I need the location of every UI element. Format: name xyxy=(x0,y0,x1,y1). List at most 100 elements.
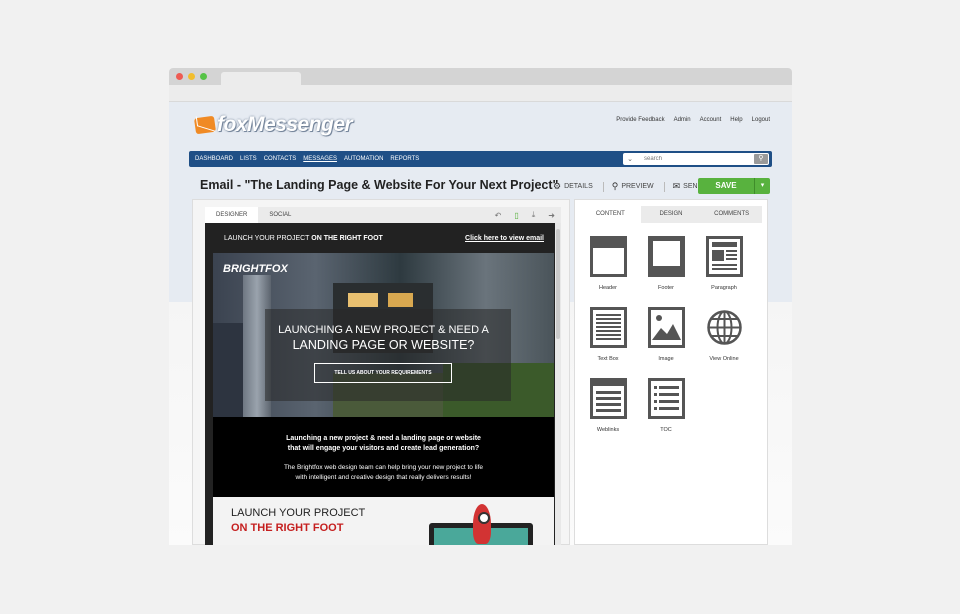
house-window xyxy=(388,293,413,307)
nav-reports[interactable]: REPORTS xyxy=(390,156,419,162)
intro-line-2: with intelligent and creative design tha… xyxy=(295,474,472,481)
app-name: foxMessenger xyxy=(217,113,353,136)
block-text-box[interactable]: Text Box xyxy=(589,307,627,362)
designer-tabs: DESIGNER SOCIAL ↶ ▯ ⤓ ➜ xyxy=(205,207,561,223)
globe-icon xyxy=(706,307,743,348)
nav-dashboard[interactable]: DASHBOARD xyxy=(195,156,233,162)
app-logo[interactable]: foxMessenger xyxy=(193,112,353,138)
intro-line-1: The Brightfox web design team can help b… xyxy=(283,464,484,471)
block-header[interactable]: Header xyxy=(589,236,627,291)
browser-toolbar xyxy=(169,85,792,102)
intro-bold-text: Launching a new project & need a landing… xyxy=(213,434,554,454)
close-window-dot[interactable] xyxy=(176,73,183,80)
gear-icon: ⚙ xyxy=(553,181,562,191)
weblinks-icon xyxy=(589,378,627,419)
tab-comments[interactable]: COMMENTS xyxy=(701,206,762,223)
intro-bold-line-1: Launching a new project & need a landing… xyxy=(286,435,481,442)
search-input[interactable] xyxy=(644,154,754,164)
envelope-icon: ✉ xyxy=(672,181,681,191)
header-block-icon xyxy=(589,236,627,277)
tab-social[interactable]: SOCIAL xyxy=(258,207,302,223)
message-actions: ⚙ DETAILS ⚲ PREVIEW ✉ SEND xyxy=(553,181,713,192)
email-canvas[interactable]: LAUNCH YOUR PROJECT ON THE RIGHT FOOT Cl… xyxy=(205,223,555,545)
preheader-plain: LAUNCH YOUR PROJECT xyxy=(224,234,312,242)
email-preheader: LAUNCH YOUR PROJECT ON THE RIGHT FOOT Cl… xyxy=(205,223,555,253)
designer-panel: DESIGNER SOCIAL ↶ ▯ ⤓ ➜ LAUNCH YOUR PROJ… xyxy=(192,199,570,545)
intro-text: The Brightfox web design team can help b… xyxy=(213,463,554,483)
maximize-window-dot[interactable] xyxy=(200,73,207,80)
block-label: Header xyxy=(598,285,618,291)
search-box: ⌄ ⚲ xyxy=(623,153,769,165)
view-email-link[interactable]: Click here to view email xyxy=(465,235,544,242)
block-label: Text Box xyxy=(597,356,619,362)
magnifier-icon: ⚲ xyxy=(611,181,619,191)
block-weblinks[interactable]: Weblinks xyxy=(589,378,627,433)
nav-contacts[interactable]: CONTACTS xyxy=(264,156,297,162)
preview-button[interactable]: ⚲ PREVIEW xyxy=(612,181,654,192)
browser-window: foxMessenger Provide Feedback Admin Acco… xyxy=(169,68,792,545)
intro-bold-line-2: that will engage your visitors and creat… xyxy=(287,445,480,452)
envelope-logo-icon xyxy=(193,115,217,135)
requirements-button[interactable]: TELL US ABOUT YOUR REQUIREMENTS xyxy=(314,363,452,383)
rocket-icon xyxy=(473,504,491,544)
search-icon[interactable]: ⚲ xyxy=(754,154,768,164)
scrollbar-thumb[interactable] xyxy=(556,229,560,339)
save-button-group: SAVE ▾ xyxy=(698,178,770,194)
tab-designer[interactable]: DESIGNER xyxy=(205,207,259,223)
link-account[interactable]: Account xyxy=(700,117,722,123)
details-button[interactable]: ⚙ DETAILS xyxy=(553,181,593,192)
block-label: TOC xyxy=(660,427,672,433)
block-view-online[interactable]: View Online xyxy=(705,307,743,362)
block-footer[interactable]: Footer xyxy=(647,236,685,291)
browser-tab[interactable] xyxy=(221,72,301,85)
canvas-scrollbar[interactable] xyxy=(555,223,561,545)
download-icon[interactable]: ⤓ xyxy=(532,210,536,220)
brightfox-logo: BRIGHTFOX xyxy=(223,263,288,275)
save-button[interactable]: SAVE xyxy=(698,178,754,194)
email-intro-block[interactable]: Launching a new project & need a landing… xyxy=(213,417,554,497)
chevron-down-icon[interactable]: ⌄ xyxy=(623,155,637,163)
tab-design[interactable]: DESIGN xyxy=(641,206,702,223)
block-toc[interactable]: TOC xyxy=(647,378,685,433)
mobile-view-icon[interactable]: ▯ xyxy=(514,211,518,220)
paragraph-block-icon xyxy=(705,236,743,277)
nav-automation[interactable]: AUTOMATION xyxy=(344,156,383,162)
content-panel: CONTENT DESIGN COMMENTS Header Footer Pa… xyxy=(574,199,768,545)
preheader-text: LAUNCH YOUR PROJECT ON THE RIGHT FOOT xyxy=(224,235,383,242)
divider xyxy=(602,181,604,192)
launch-title: LAUNCH YOUR PROJECT xyxy=(231,507,366,519)
link-help[interactable]: Help xyxy=(730,117,742,123)
block-label: View Online xyxy=(709,356,739,362)
house-window xyxy=(348,293,378,307)
hero-headline-2: LANDING PAGE OR WEBSITE? xyxy=(292,338,475,352)
content-blocks: Header Footer Paragraph Text Box Image V… xyxy=(589,236,743,433)
top-links: Provide Feedback Admin Account Help Logo… xyxy=(616,117,770,123)
hero-overlay xyxy=(265,309,511,401)
designer-tools: ↶ ▯ ⤓ ➜ xyxy=(495,207,555,223)
block-label: Weblinks xyxy=(596,427,620,433)
block-image[interactable]: Image xyxy=(647,307,685,362)
link-admin[interactable]: Admin xyxy=(674,117,691,123)
undo-icon[interactable]: ↶ xyxy=(495,211,502,220)
minimize-window-dot[interactable] xyxy=(188,73,195,80)
save-options-dropdown[interactable]: ▾ xyxy=(754,178,770,194)
text-box-icon xyxy=(589,307,627,348)
image-block-icon xyxy=(647,307,685,348)
nav-lists[interactable]: LISTS xyxy=(240,156,257,162)
block-label: Image xyxy=(658,356,674,362)
app: foxMessenger Provide Feedback Admin Acco… xyxy=(169,102,792,545)
block-paragraph[interactable]: Paragraph xyxy=(705,236,743,291)
link-logout[interactable]: Logout xyxy=(752,117,770,123)
email-hero-image[interactable]: BRIGHTFOX LAUNCHING A NEW PROJECT & NEED… xyxy=(213,253,554,417)
link-provide-feedback[interactable]: Provide Feedback xyxy=(616,117,664,123)
main-nav: DASHBOARD LISTS CONTACTS MESSAGES AUTOMA… xyxy=(189,151,772,167)
block-label: Footer xyxy=(658,285,674,291)
email-launch-block[interactable]: LAUNCH YOUR PROJECT ON THE RIGHT FOOT xyxy=(213,497,554,545)
nav-messages[interactable]: MESSAGES xyxy=(303,156,337,162)
message-title: Email - "The Landing Page & Website For … xyxy=(200,178,559,192)
arrow-right-icon[interactable]: ➜ xyxy=(548,211,555,220)
preview-label: PREVIEW xyxy=(621,183,654,190)
content-panel-tabs: CONTENT DESIGN COMMENTS xyxy=(580,206,762,223)
block-label: Paragraph xyxy=(711,285,737,291)
tab-content[interactable]: CONTENT xyxy=(580,206,641,223)
